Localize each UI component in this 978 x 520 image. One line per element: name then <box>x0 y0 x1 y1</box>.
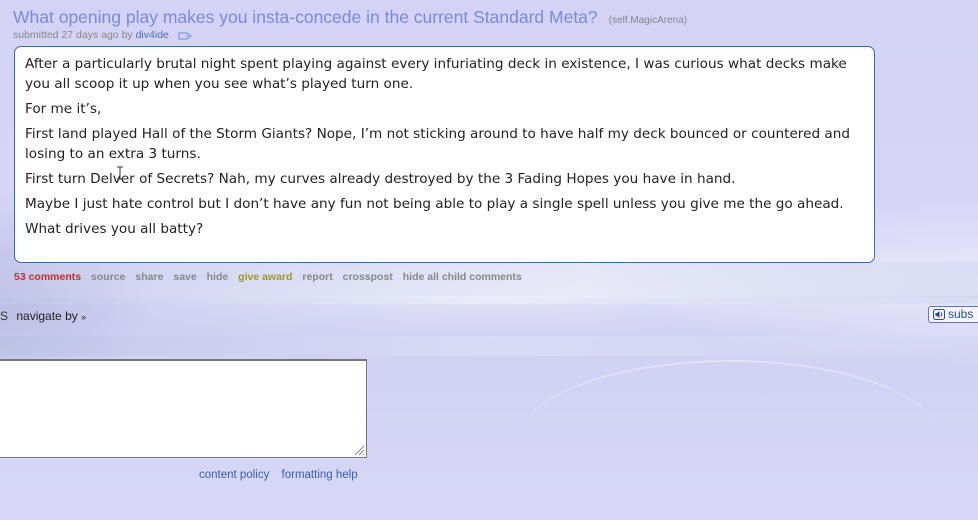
navigate-by: S navigate by » <box>0 309 86 323</box>
give-award-button[interactable]: give award <box>238 271 292 283</box>
comment-textarea[interactable] <box>0 359 367 458</box>
tag-icon[interactable] <box>178 31 192 40</box>
subscribe-button[interactable]: subs <box>928 306 978 323</box>
resize-grip-icon[interactable] <box>353 444 365 456</box>
hide-button[interactable]: hide <box>207 271 229 283</box>
selftext-paragraph: What drives you all batty? <box>25 221 204 237</box>
post-selftext: After a particularly brutal night spent … <box>14 46 875 263</box>
author-link[interactable]: div4ide <box>136 29 169 41</box>
share-button[interactable]: share <box>135 271 163 283</box>
subscribe-label: subs <box>948 307 974 321</box>
save-button[interactable]: save <box>173 271 196 283</box>
navigate-left-glyph: S <box>0 309 9 323</box>
content-policy-link[interactable]: content policy <box>199 469 269 481</box>
post-title-link[interactable]: What opening play makes you insta-conced… <box>13 7 598 27</box>
navigate-dropdown-icon[interactable]: » <box>81 312 86 322</box>
speaker-icon <box>933 309 945 320</box>
report-button[interactable]: report <box>302 271 332 283</box>
source-button[interactable]: source <box>91 271 125 283</box>
hide-child-comments-button[interactable]: hide all child comments <box>403 271 522 283</box>
submitted-text: submitted 27 days ago by <box>13 29 133 41</box>
comment-footer-links: content policy formatting help <box>199 469 367 481</box>
formatting-help-link[interactable]: formatting help <box>282 469 358 481</box>
selftext-paragraph: For me it’s, <box>25 101 102 117</box>
post-title-row: What opening play makes you insta-conced… <box>13 7 963 28</box>
selftext-paragraph: First land played Hall of the Storm Gian… <box>25 126 850 162</box>
selftext-paragraph: First turn Delver of Secrets? Nah, my cu… <box>25 171 736 187</box>
navigate-label[interactable]: navigate by <box>16 309 77 323</box>
post-tagline: submitted 27 days ago by div4ide <box>13 29 192 41</box>
selftext-paragraph: Maybe I just hate control but I don’t ha… <box>25 196 844 212</box>
text-cursor-icon <box>116 166 124 184</box>
page-content: What opening play makes you insta-conced… <box>0 0 978 520</box>
comments-link[interactable]: 53 comments <box>14 271 81 283</box>
crosspost-button[interactable]: crosspost <box>343 271 393 283</box>
post-buttons: 53 comments source share save hide give … <box>14 271 529 283</box>
post-domain[interactable]: (self.MagicArena) <box>609 15 687 26</box>
selftext-paragraph: After a particularly brutal night spent … <box>25 56 847 92</box>
